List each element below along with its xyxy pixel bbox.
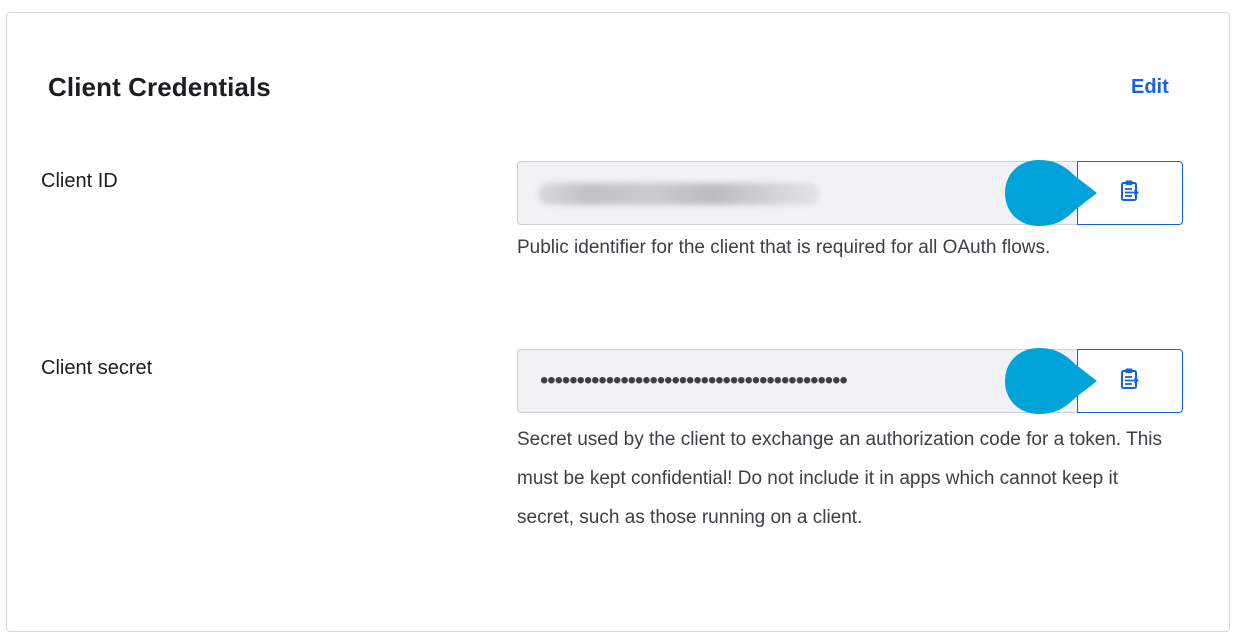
card-title: Client Credentials	[48, 72, 271, 102]
client-credentials-card: Client Credentials Edit	[6, 12, 1230, 632]
client-id-label: Client ID	[41, 170, 118, 192]
callout-pointer	[1003, 346, 1099, 416]
client-id-redacted-value	[538, 183, 820, 205]
client-id-description: Public identifier for the client that is…	[517, 237, 1051, 258]
client-secret-label: Client secret	[41, 357, 153, 379]
client-secret-masked-value: ••••••••••••••••••••••••••••••••••••••••…	[540, 367, 848, 394]
client-id-input[interactable]	[517, 161, 1079, 225]
clipboard-copy-icon	[1120, 179, 1140, 208]
client-secret-input[interactable]: ••••••••••••••••••••••••••••••••••••••••…	[517, 349, 1079, 413]
edit-link[interactable]: Edit	[1131, 76, 1169, 99]
clipboard-copy-icon	[1120, 367, 1140, 396]
callout-pointer	[1003, 158, 1099, 228]
client-secret-description: Secret used by the client to exchange an…	[517, 429, 1162, 528]
